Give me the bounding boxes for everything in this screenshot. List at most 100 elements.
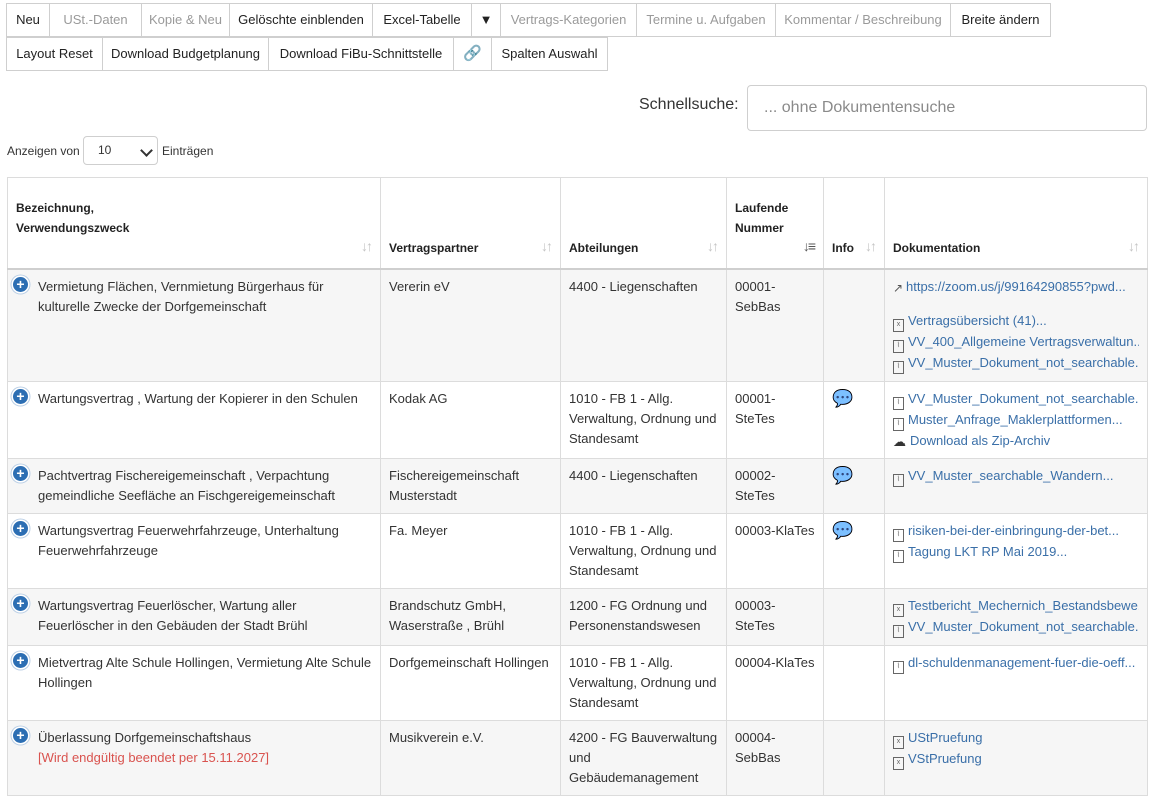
document-link[interactable]: ↗ https://zoom.us/j/99164290855?pwd...	[893, 277, 1139, 297]
column-header-label: Abteilungen	[569, 241, 639, 255]
cell-info	[823, 720, 885, 796]
cell-partner: Fa. Meyer	[380, 513, 561, 589]
cell-nummer: 00003-KlaTes	[726, 513, 824, 589]
comment-description-button[interactable]: Kommentar / Beschreibung	[775, 3, 951, 37]
pdf-file-icon: ⌇	[893, 474, 904, 487]
download-budget-button[interactable]: Download Budgetplanung	[102, 37, 269, 71]
document-link[interactable]: ⌇ Muster_Anfrage_Maklerplattformen...	[893, 410, 1139, 431]
expand-row-icon[interactable]: +	[13, 653, 28, 668]
cell-dokumentation: ⌇ risiken-bei-der-einbringung-der-bet... ⌇…	[884, 513, 1148, 589]
cell-nummer: 00002-SteTes	[726, 458, 824, 514]
document-link[interactable]: ⌇ VV_Muster_Dokument_not_searchable...	[893, 617, 1139, 638]
table-row[interactable]: + Wartungsvertrag Feuerwehrfahrzeuge, Unt…	[7, 513, 1148, 589]
document-link[interactable]: ⌇ dl-schuldenmanagement-fuer-die-oeff...	[893, 653, 1139, 674]
cell-dokumentation: x Testbericht_Mechernich_Bestandsbewe... ⌇…	[884, 588, 1148, 646]
cell-abteilung: 1010 - FB 1 - Allg. Verwaltung, Ordnung …	[560, 645, 727, 721]
column-header-bezeichnung[interactable]: Bezeichnung, Verwendungszweck ↓↑	[7, 177, 381, 270]
document-link[interactable]: ☁ Download als Zip-Archiv	[893, 431, 1139, 451]
termination-notice: [Wird endgültig beendet per 15.11.2027]	[38, 750, 270, 765]
pdf-file-icon: ⌇	[893, 340, 904, 353]
expand-row-icon[interactable]: +	[13, 466, 28, 481]
expand-row-icon[interactable]: +	[13, 596, 28, 611]
contract-title: Vermietung Flächen, Vernmietung Bürgerha…	[38, 279, 324, 314]
table-header-row: Bezeichnung, Verwendungszweck ↓↑ Vertrag…	[7, 177, 1148, 270]
column-header-label: Laufende Nummer	[735, 201, 789, 235]
contract-title: Wartungsvertrag Feuerlöscher, Wartung al…	[38, 598, 308, 633]
document-name: Download als Zip-Archiv	[910, 433, 1051, 448]
column-header-partner[interactable]: Vertragspartner ↓↑	[380, 177, 561, 270]
cell-info	[823, 588, 885, 646]
table-row[interactable]: + Mietvertrag Alte Schule Hollingen, Verm…	[7, 645, 1148, 721]
table-row[interactable]: + Wartungsvertrag Feuerlöscher, Wartung a…	[7, 588, 1148, 646]
comment-icon[interactable]: 💬	[832, 466, 853, 485]
document-link[interactable]: x Testbericht_Mechernich_Bestandsbewe...	[893, 596, 1139, 617]
copy-and-new-button[interactable]: Kopie & Neu	[141, 3, 230, 37]
sort-icon[interactable]: ↓↑	[1128, 236, 1140, 256]
contract-categories-button[interactable]: Vertrags-Kategorien	[500, 3, 637, 37]
show-deleted-button[interactable]: Gelöschte einblenden	[229, 3, 373, 37]
change-width-button[interactable]: Breite ändern	[950, 3, 1051, 37]
table-row[interactable]: + Wartungsvertrag , Wartung der Kopierer …	[7, 381, 1148, 459]
expand-row-icon[interactable]: +	[13, 728, 28, 743]
cell-partner: Dorfgemeinschaft Hollingen	[380, 645, 561, 721]
quick-search-label: Schnellsuche:	[639, 96, 739, 113]
column-header-info[interactable]: Info ↓↑	[823, 177, 885, 270]
expand-row-icon[interactable]: +	[13, 521, 28, 536]
cell-dokumentation: x UStPruefung x VStPruefung	[884, 720, 1148, 796]
layout-reset-button[interactable]: Layout Reset	[6, 37, 103, 71]
appointments-tasks-button[interactable]: Termine u. Aufgaben	[636, 3, 776, 37]
table-row[interactable]: + Vermietung Flächen, Vernmietung Bürgerh…	[7, 268, 1148, 382]
sort-icon[interactable]: ↓↑	[541, 236, 553, 256]
document-link[interactable]: x UStPruefung	[893, 728, 1139, 749]
contract-title: Pachtvertrag Fischereigemeinschaft , Ver…	[38, 468, 336, 503]
excel-table-button[interactable]: Excel-Tabelle	[372, 3, 472, 37]
cell-partner: Fischereigemeinschaft Musterstadt	[380, 458, 561, 514]
column-header-abteilungen[interactable]: Abteilungen ↓↑	[560, 177, 727, 270]
document-link[interactable]: ⌇ VV_Muster_Dokument_not_searchable...	[893, 389, 1139, 410]
table-row[interactable]: + Pachtvertrag Fischereigemeinschaft , Ve…	[7, 458, 1148, 514]
table-row[interactable]: + Überlassung Dorfgemeinschaftshaus [Wird …	[7, 720, 1148, 796]
download-fibu-button[interactable]: Download FiBu-Schnittstelle	[268, 37, 454, 71]
document-link[interactable]: x VStPruefung	[893, 749, 1139, 770]
document-link[interactable]: ⌇ VV_Muster_Dokument_not_searchable...	[893, 353, 1139, 374]
sort-icon[interactable]: ↓↑	[361, 236, 373, 256]
document-name: VV_Muster_Dokument_not_searchable...	[908, 355, 1139, 370]
document-name: https://zoom.us/j/99164290855?pwd...	[906, 279, 1126, 294]
sort-ascending-icon[interactable]: ↓≡	[803, 236, 816, 256]
cell-bezeichnung: + Wartungsvertrag , Wartung der Kopierer …	[7, 381, 381, 459]
page-length-select[interactable]: 10	[83, 136, 158, 165]
document-link[interactable]: ⌇ VV_400_Allgemeine Vertragsverwaltun...	[893, 332, 1139, 353]
expand-row-icon[interactable]: +	[13, 389, 28, 404]
cell-abteilung: 1010 - FB 1 - Allg. Verwaltung, Ordnung …	[560, 381, 727, 459]
cell-abteilung: 4200 - FG Bauverwaltung und Gebäudemanag…	[560, 720, 727, 796]
excel-file-icon: x	[893, 757, 904, 770]
document-name: Tagung LKT RP Mai 2019...	[908, 544, 1068, 559]
cell-info: 💬	[823, 458, 885, 514]
document-link[interactable]: ⌇ risiken-bei-der-einbringung-der-bet...	[893, 521, 1139, 542]
cell-bezeichnung: + Wartungsvertrag Feuerlöscher, Wartung a…	[7, 588, 381, 646]
excel-file-icon: x	[893, 319, 904, 332]
cell-info: 💬	[823, 381, 885, 459]
document-name: Muster_Anfrage_Maklerplattformen...	[908, 412, 1123, 427]
cell-abteilung: 4400 - Liegenschaften	[560, 268, 727, 382]
cell-info	[823, 645, 885, 721]
column-selection-button[interactable]: Spalten Auswahl	[491, 37, 608, 71]
comment-icon[interactable]: 💬	[832, 521, 853, 540]
quick-search-input[interactable]	[747, 85, 1147, 131]
document-link[interactable]: ⌇ VV_Muster_searchable_Wandern...	[893, 466, 1139, 487]
excel-dropdown-button[interactable]: ▼	[471, 3, 501, 37]
cell-bezeichnung: + Wartungsvertrag Feuerwehrfahrzeuge, Unt…	[7, 513, 381, 589]
expand-row-icon[interactable]: +	[13, 277, 28, 292]
comment-icon[interactable]: 💬	[832, 389, 853, 408]
new-button[interactable]: Neu	[6, 3, 50, 37]
pdf-file-icon: ⌇	[893, 625, 904, 638]
column-header-dokumentation[interactable]: Dokumentation ↓↑	[884, 177, 1148, 270]
column-header-nummer[interactable]: Laufende Nummer ↓≡	[726, 177, 824, 270]
document-link[interactable]: x Vertragsübersicht (41)...	[893, 311, 1139, 332]
vat-data-button[interactable]: USt.-Daten	[49, 3, 142, 37]
document-link[interactable]: ⌇ Tagung LKT RP Mai 2019...	[893, 542, 1139, 563]
cloud-download-icon: ☁	[893, 434, 906, 449]
link-icon[interactable]: 🔗	[453, 37, 492, 71]
sort-icon[interactable]: ↓↑	[707, 236, 719, 256]
sort-icon[interactable]: ↓↑	[865, 236, 877, 256]
